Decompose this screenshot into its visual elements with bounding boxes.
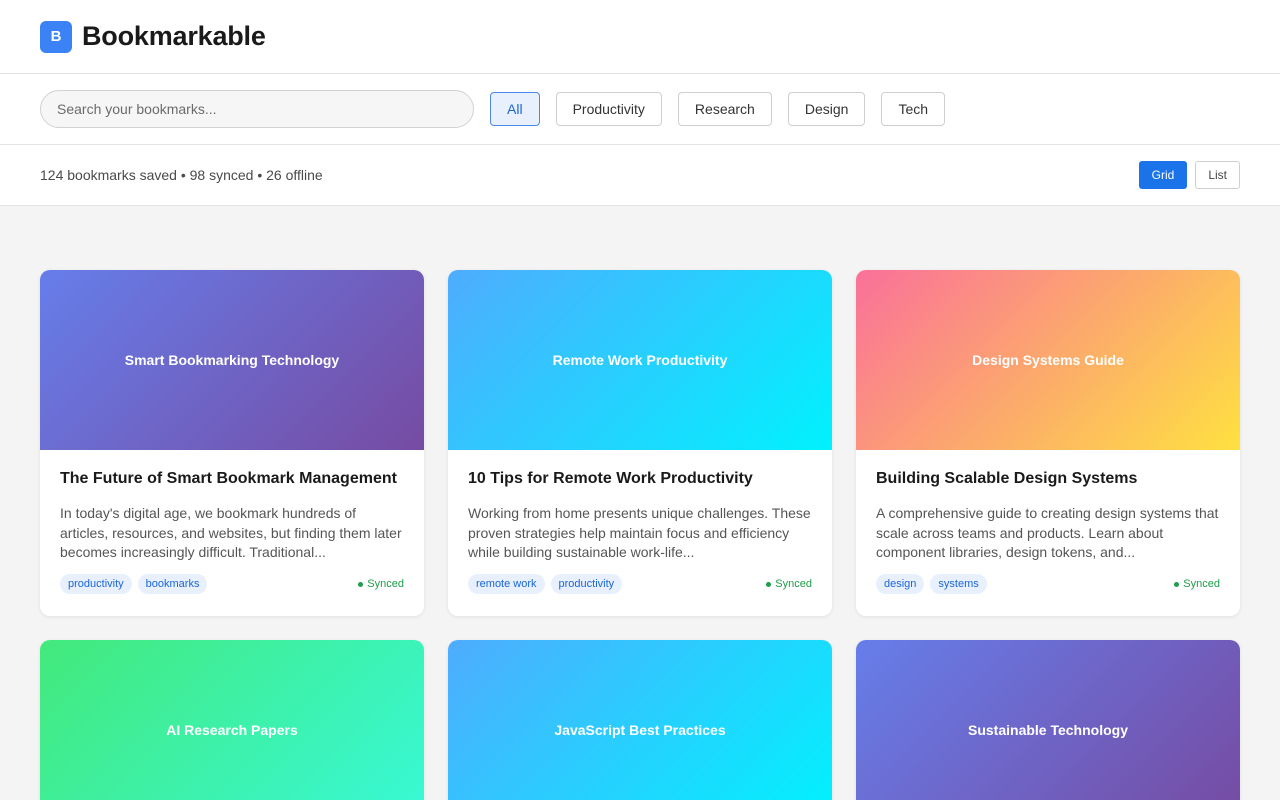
list-view-button[interactable]: List (1195, 161, 1240, 189)
filter-all[interactable]: All (490, 92, 540, 126)
thumbnail-label: Remote Work Productivity (552, 352, 728, 368)
card-thumbnail: AI Research Papers (40, 640, 424, 800)
tag-chip[interactable]: productivity (550, 574, 623, 594)
filter-tech[interactable]: Tech (881, 92, 946, 126)
bookmark-card[interactable]: JavaScript Best Practices (448, 640, 832, 800)
bookmark-card[interactable]: Sustainable Technology (856, 640, 1240, 800)
grid-view-button[interactable]: Grid (1138, 161, 1188, 189)
toolbar: All Productivity Research Design Tech (0, 74, 1280, 145)
app-title: Bookmarkable (82, 21, 266, 51)
app-header: B Bookmarkable (0, 0, 1280, 74)
card-title[interactable]: The Future of Smart Bookmark Management (60, 470, 404, 488)
card-tags: productivity bookmarks (60, 574, 213, 594)
card-thumbnail: JavaScript Best Practices (448, 640, 832, 800)
sync-status-label: Synced (1183, 578, 1220, 590)
card-excerpt: Working from home presents unique challe… (468, 505, 811, 560)
sync-dot-icon (1174, 581, 1180, 587)
card-excerpt: In today's digital age, we bookmark hund… (60, 505, 402, 560)
card-thumbnail: Sustainable Technology (856, 640, 1240, 800)
card-thumbnail: Smart Bookmarking Technology (40, 270, 424, 450)
bookmark-stats: 124 bookmarks saved • 98 synced • 26 off… (40, 167, 323, 183)
bookmark-card[interactable]: AI Research Papers (40, 640, 424, 800)
view-toggle: Grid List (1131, 161, 1240, 189)
sync-status-label: Synced (367, 578, 404, 590)
logo-icon: B (40, 20, 72, 53)
sync-dot-icon (766, 581, 772, 587)
card-excerpt: A comprehensive guide to creating design… (876, 505, 1219, 560)
sync-status: Synced (358, 578, 404, 590)
thumbnail-label: JavaScript Best Practices (554, 722, 726, 738)
bookmark-card[interactable]: Smart Bookmarking Technology The Future … (40, 270, 424, 616)
tag-chip[interactable]: remote work (468, 574, 545, 594)
tag-chip[interactable]: bookmarks (137, 574, 208, 594)
search-input[interactable] (40, 90, 474, 128)
status-bar: 124 bookmarks saved • 98 synced • 26 off… (0, 145, 1280, 206)
thumbnail-label: Design Systems Guide (972, 352, 1124, 368)
bookmark-card[interactable]: Remote Work Productivity 10 Tips for Rem… (448, 270, 832, 616)
card-thumbnail: Design Systems Guide (856, 270, 1240, 450)
card-thumbnail: Remote Work Productivity (448, 270, 832, 450)
sync-status: Synced (766, 578, 812, 590)
filter-productivity[interactable]: Productivity (555, 92, 662, 126)
tag-chip[interactable]: systems (930, 574, 987, 594)
card-tags: design systems (876, 574, 993, 594)
filter-research[interactable]: Research (677, 92, 772, 126)
bookmark-grid: Smart Bookmarking Technology The Future … (0, 206, 1280, 800)
tag-chip[interactable]: productivity (60, 574, 132, 594)
thumbnail-label: AI Research Papers (166, 722, 298, 738)
card-title[interactable]: 10 Tips for Remote Work Productivity (468, 470, 812, 488)
bookmark-card[interactable]: Design Systems Guide Building Scalable D… (856, 270, 1240, 616)
sync-dot-icon (358, 581, 364, 587)
thumbnail-label: Sustainable Technology (968, 722, 1128, 738)
thumbnail-label: Smart Bookmarking Technology (124, 352, 340, 368)
sync-status: Synced (1174, 578, 1220, 590)
card-title[interactable]: Building Scalable Design Systems (876, 470, 1220, 488)
sync-status-label: Synced (775, 578, 812, 590)
card-tags: remote work productivity (468, 574, 628, 594)
filter-design[interactable]: Design (787, 92, 866, 126)
filter-bar: All Productivity Research Design Tech (490, 92, 961, 126)
tag-chip[interactable]: design (876, 574, 925, 594)
